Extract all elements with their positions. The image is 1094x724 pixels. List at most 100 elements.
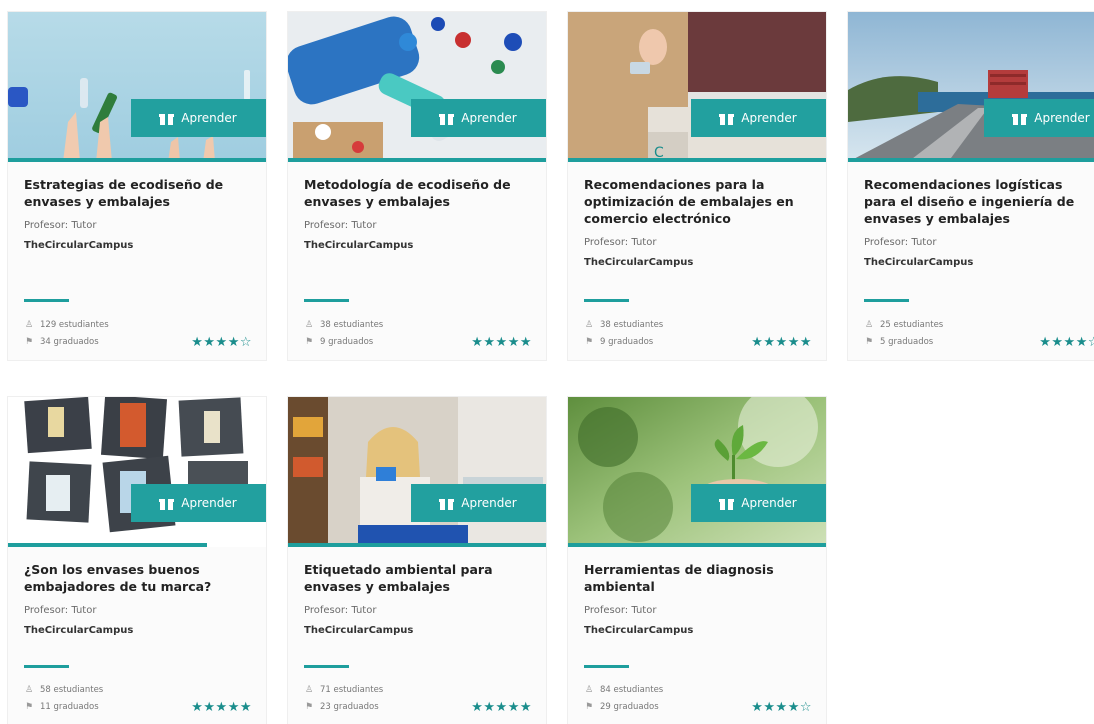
user-icon: ♙ — [304, 320, 314, 330]
course-professor: Profesor: Tutor — [24, 220, 97, 231]
divider — [584, 665, 629, 668]
star-filled-icon: ★ — [191, 335, 204, 350]
course-organization: TheCircularCampus — [864, 257, 974, 268]
learn-button-label: Aprender — [741, 111, 797, 125]
star-filled-icon: ★ — [227, 700, 240, 715]
star-filled-icon: ★ — [1063, 335, 1076, 350]
learn-button[interactable]: Aprender — [984, 99, 1094, 137]
course-thumbnail — [288, 397, 546, 547]
gift-icon — [159, 497, 175, 510]
learn-button[interactable]: Aprender — [691, 484, 826, 522]
star-empty-icon: ☆ — [799, 700, 812, 715]
star-filled-icon: ★ — [483, 700, 496, 715]
star-filled-icon: ★ — [763, 335, 776, 350]
course-card[interactable]: Aprender Metodología de ecodiseño de env… — [288, 12, 546, 360]
learn-button[interactable]: Aprender — [411, 99, 546, 137]
course-title[interactable]: Recomendaciones logísticas para el diseñ… — [864, 176, 1090, 227]
course-card[interactable]: Aprender Etiquetado ambiental para envas… — [288, 397, 546, 724]
course-image-supermarket[interactable]: Aprender — [288, 397, 546, 547]
course-card[interactable]: Aprender Recomendaciones logísticas para… — [848, 12, 1094, 360]
user-icon: ♙ — [584, 685, 594, 695]
star-filled-icon: ★ — [471, 335, 484, 350]
divider — [304, 665, 349, 668]
course-organization: TheCircularCampus — [584, 625, 694, 636]
star-filled-icon: ★ — [203, 335, 216, 350]
course-thumbnail — [848, 12, 1094, 162]
user-icon: ♙ — [584, 320, 594, 330]
star-filled-icon: ★ — [519, 335, 532, 350]
students-count: ♙ 84 estudiantes — [584, 685, 664, 695]
course-organization: TheCircularCampus — [24, 240, 134, 251]
course-image-coastal-road[interactable]: Aprender — [848, 12, 1094, 162]
course-title[interactable]: Etiquetado ambiental para envases y emba… — [304, 561, 530, 595]
course-title[interactable]: Recomendaciones para la optimización de … — [584, 176, 810, 227]
course-professor: Profesor: Tutor — [24, 605, 97, 616]
star-filled-icon: ★ — [775, 700, 788, 715]
graduates-count: ⚑ 5 graduados — [864, 337, 934, 347]
course-thumbnail — [288, 12, 546, 162]
students-count: ♙ 129 estudiantes — [24, 320, 109, 330]
divider — [864, 299, 909, 302]
star-filled-icon: ★ — [215, 700, 228, 715]
graduation-cap-icon: ⚑ — [24, 337, 34, 347]
star-filled-icon: ★ — [751, 700, 764, 715]
learn-button-label: Aprender — [741, 496, 797, 510]
learn-button[interactable]: Aprender — [411, 484, 546, 522]
graduation-cap-icon: ⚑ — [304, 702, 314, 712]
graduates-count: ⚑ 23 graduados — [304, 702, 379, 712]
course-title[interactable]: Herramientas de diagnosis ambiental — [584, 561, 810, 595]
graduation-cap-icon: ⚑ — [584, 702, 594, 712]
star-empty-icon: ☆ — [1088, 335, 1094, 350]
course-image-cardboard-box[interactable]: C Aprender — [568, 12, 826, 162]
course-thumbnail — [568, 397, 826, 547]
divider — [304, 299, 349, 302]
rating-stars: ★★★★★ — [751, 335, 812, 350]
star-filled-icon: ★ — [775, 335, 788, 350]
star-filled-icon: ★ — [799, 335, 812, 350]
course-title[interactable]: Metodología de ecodiseño de envases y em… — [304, 176, 530, 210]
user-icon: ♙ — [864, 320, 874, 330]
course-image-plant-sprout[interactable]: Aprender — [568, 397, 826, 547]
course-image-hands-bottles[interactable]: Aprender — [8, 12, 266, 162]
divider — [24, 665, 69, 668]
gift-icon — [719, 112, 735, 125]
course-image-plastic-bottles[interactable]: Aprender — [288, 12, 546, 162]
course-thumbnail — [8, 397, 266, 547]
students-count: ♙ 38 estudiantes — [304, 320, 384, 330]
students-count: ♙ 58 estudiantes — [24, 685, 104, 695]
learn-button[interactable]: Aprender — [131, 484, 266, 522]
star-filled-icon: ★ — [495, 700, 508, 715]
graduation-cap-icon: ⚑ — [584, 337, 594, 347]
star-filled-icon: ★ — [483, 335, 496, 350]
star-filled-icon: ★ — [763, 700, 776, 715]
course-title[interactable]: Estrategias de ecodiseño de envases y em… — [24, 176, 250, 210]
divider — [584, 299, 629, 302]
star-filled-icon: ★ — [519, 700, 532, 715]
user-icon: ♙ — [304, 685, 314, 695]
graduates-count: ⚑ 34 graduados — [24, 337, 99, 347]
course-card[interactable]: C Aprender Recomendaciones para la optim… — [568, 12, 826, 360]
user-icon: ♙ — [24, 320, 34, 330]
rating-stars: ★★★★☆ — [1039, 335, 1094, 350]
course-title[interactable]: ¿Son los envases buenos embajadores de t… — [24, 561, 250, 595]
graduates-count: ⚑ 11 graduados — [24, 702, 99, 712]
star-filled-icon: ★ — [471, 700, 484, 715]
divider — [24, 299, 69, 302]
star-filled-icon: ★ — [1075, 335, 1088, 350]
star-filled-icon: ★ — [1039, 335, 1052, 350]
learn-button[interactable]: Aprender — [131, 99, 266, 137]
learn-button-label: Aprender — [181, 111, 237, 125]
learn-button[interactable]: Aprender — [691, 99, 826, 137]
star-filled-icon: ★ — [191, 700, 204, 715]
gift-icon — [1012, 112, 1028, 125]
course-card[interactable]: Aprender Herramientas de diagnosis ambie… — [568, 397, 826, 724]
course-image-packaging-collage[interactable]: Aprender — [8, 397, 266, 547]
gift-icon — [719, 497, 735, 510]
students-count: ♙ 25 estudiantes — [864, 320, 944, 330]
course-organization: TheCircularCampus — [584, 257, 694, 268]
gift-icon — [439, 112, 455, 125]
star-filled-icon: ★ — [495, 335, 508, 350]
course-card[interactable]: Aprender ¿Son los envases buenos embajad… — [8, 397, 266, 724]
course-card[interactable]: Aprender Estrategias de ecodiseño de env… — [8, 12, 266, 360]
star-empty-icon: ☆ — [239, 335, 252, 350]
